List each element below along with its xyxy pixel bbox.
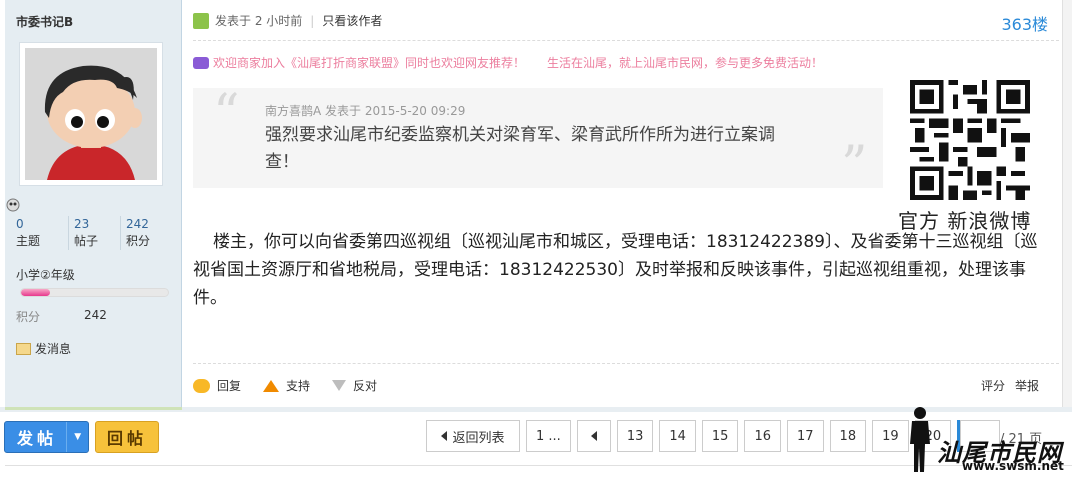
close-quote-icon: ”: [841, 136, 868, 196]
level-progress-bar: [20, 288, 169, 297]
page-link[interactable]: 15: [701, 420, 739, 452]
ad-banner: 欢迎商家加入《汕尾打折商家联盟》同时也欢迎网友推荐！ 生活在汕尾，就上汕尾市民网…: [193, 54, 823, 71]
stat-value: 242: [126, 217, 149, 231]
support-button[interactable]: 支持: [263, 377, 310, 394]
avatar-image: [25, 48, 157, 180]
stat-value: 23: [74, 217, 90, 231]
open-quote-icon: “: [213, 84, 240, 144]
back-to-list-label: 返回列表: [452, 430, 505, 446]
page-link[interactable]: 18: [829, 420, 867, 452]
post-time: 发表于 2 小时前: [215, 14, 303, 28]
page-link[interactable]: 17: [787, 420, 824, 452]
author-stats: 0 主题 23 帖子 242 积分: [16, 216, 172, 250]
stat-label: 积分: [126, 234, 151, 248]
post-body: 楼主，你可以向省委第四巡视组〔巡视汕尾市和城区，受理电话：18312422389…: [193, 232, 1038, 308]
send-message-label: 发消息: [35, 342, 72, 356]
qr-code-icon: [910, 80, 1030, 200]
author-sidebar: 市委书记B 0 主题 23 帖子 242 积分 小学②年级 积分 242 发消息: [5, 0, 182, 407]
page-prev-button[interactable]: [576, 420, 611, 452]
page-link[interactable]: 16: [744, 420, 781, 452]
ad-link-merchants[interactable]: 欢迎商家加入《汕尾打折商家联盟》同时也欢迎网友推荐！: [213, 54, 525, 71]
new-post-label: 发帖: [17, 429, 58, 448]
post-actions: 回复 支持 反对: [193, 377, 399, 394]
user-level[interactable]: 小学②年级: [16, 266, 75, 283]
quote-meta: 南方喜鹊A 发表于 2015-5-20 09:29: [265, 104, 466, 118]
page-first[interactable]: 1 ...: [526, 420, 571, 452]
header-divider: |: [310, 13, 315, 28]
divider: [193, 363, 1059, 364]
points-label: 积分: [16, 310, 41, 324]
reply-button[interactable]: 回复: [193, 377, 241, 394]
level-progress-fill: [21, 289, 51, 296]
new-post-button[interactable]: 发帖 ▼: [4, 421, 89, 453]
arrow-left-icon: [590, 431, 597, 441]
stat-label: 主题: [16, 234, 41, 248]
reply-icon: [193, 378, 210, 393]
online-status-icon: [5, 198, 21, 215]
send-message-link[interactable]: 发消息: [16, 340, 71, 357]
divider: [193, 40, 1059, 41]
stat-label: 帖子: [74, 234, 99, 248]
stat-value: 0: [16, 217, 24, 231]
stat-points[interactable]: 242 积分: [120, 216, 172, 250]
user-icon: [193, 12, 209, 29]
support-label: 支持: [286, 379, 311, 393]
thumb-down-arrow-icon: [332, 380, 347, 391]
author-name[interactable]: 市委书记B: [16, 13, 73, 30]
quote-text: 强烈要求汕尾市纪委监察机关对梁育军、梁育武所作所为进行立案调查！: [265, 125, 775, 172]
qr-code[interactable]: [910, 80, 1030, 200]
rate-link[interactable]: 评分: [981, 377, 1005, 394]
avatar-cartoon-icon: [25, 48, 157, 180]
post-content: 发表于 2 小时前 | 只看该作者 363楼 欢迎商家加入《汕尾打折商家联盟》同…: [183, 0, 1059, 407]
thumb-up-arrow-icon: [263, 379, 280, 392]
avatar[interactable]: [19, 42, 163, 186]
ad-badge-icon: [193, 56, 209, 69]
only-author-link[interactable]: 只看该作者: [322, 12, 382, 29]
page-link[interactable]: 13: [616, 420, 654, 452]
reply-thread-button[interactable]: 回帖: [95, 421, 159, 453]
watermark-figure-icon: [910, 407, 930, 472]
oppose-label: 反对: [353, 379, 378, 393]
envelope-icon: [16, 342, 31, 355]
thread-page: 市委书记B 0 主题 23 帖子 242 积分 小学②年级 积分 242 发消息…: [0, 0, 1072, 479]
reply-label: 回复: [217, 379, 242, 393]
chevron-down-icon[interactable]: ▼: [66, 422, 88, 452]
stat-threads[interactable]: 0 主题: [16, 216, 68, 250]
divider: [5, 407, 182, 410]
ad-link-activities[interactable]: 生活在汕尾，就上汕尾市民网，参与更多免费活动！: [547, 54, 823, 71]
quote-block: “ 南方喜鹊A 发表于 2015-5-20 09:29 强烈要求汕尾市纪委监察机…: [193, 84, 883, 192]
watermark-url: www.swsm.net: [962, 459, 1064, 473]
arrow-left-icon: [441, 431, 448, 441]
points-value: 242: [84, 308, 107, 322]
back-to-list-button[interactable]: 返回列表: [426, 420, 520, 452]
stat-posts[interactable]: 23 帖子: [68, 216, 120, 250]
oppose-button[interactable]: 反对: [332, 377, 377, 394]
page-link[interactable]: 19: [872, 420, 909, 452]
post-header: 发表于 2 小时前 | 只看该作者: [193, 12, 382, 29]
page-link[interactable]: 14: [659, 420, 696, 452]
points-row: 积分 242: [16, 308, 107, 325]
post-right-actions: 评分 举报: [981, 377, 1039, 394]
floor-number[interactable]: 363楼: [1001, 11, 1048, 35]
side-panel-edge: [1062, 0, 1072, 407]
report-link[interactable]: 举报: [1015, 377, 1039, 394]
